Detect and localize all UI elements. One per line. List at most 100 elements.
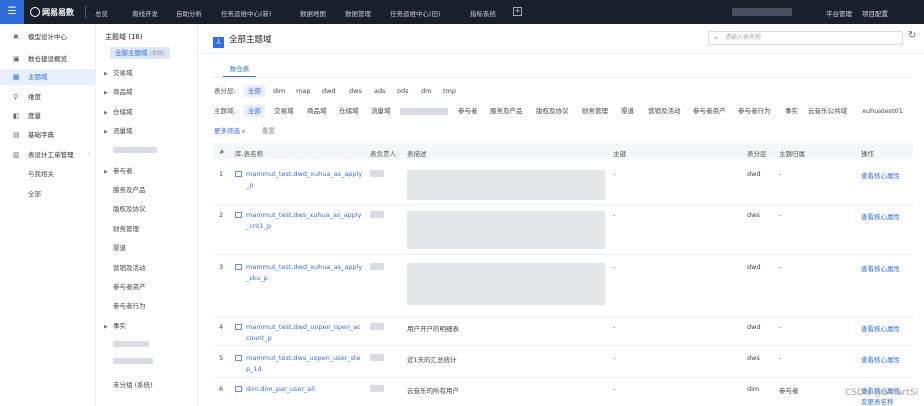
caret-right-icon: ▶ bbox=[104, 110, 108, 116]
table-name-link[interactable]: mammut_test.dws_xuhua_as_apply bbox=[235, 211, 361, 219]
domain-chip[interactable]: 流量域 bbox=[367, 105, 395, 117]
nav-metric-system[interactable]: 指标系统 bbox=[470, 8, 496, 18]
search-icon: ⌕ bbox=[714, 34, 718, 42]
domain-chip[interactable]: 参与者 bbox=[454, 105, 482, 117]
domain-chip[interactable]: 财务管理 bbox=[578, 105, 612, 117]
domain-chip[interactable]: 渠道 bbox=[617, 105, 638, 117]
menu-icon[interactable]: ☰ bbox=[0, 0, 24, 24]
more-filters-link[interactable]: 更多筛选 ▾ bbox=[214, 125, 245, 135]
user-info[interactable] bbox=[732, 8, 792, 16]
domain-chip[interactable]: xuhuatest01 bbox=[858, 105, 907, 117]
domain-chip[interactable]: 服务及产品 bbox=[486, 105, 527, 117]
nav-data-management[interactable]: 数据管理 bbox=[345, 8, 371, 18]
layer-chip[interactable]: dws bbox=[345, 85, 366, 97]
col-header: # bbox=[219, 148, 225, 156]
tree-item[interactable]: ▶ 仓储域 bbox=[104, 106, 133, 118]
dictionary-icon: ▤ bbox=[13, 131, 20, 139]
table-icon bbox=[235, 212, 242, 218]
table-name-link[interactable]: mammut_test.dwd_xuhua_as_apply bbox=[235, 170, 362, 178]
tree-item[interactable]: 参与者资产 bbox=[113, 281, 146, 293]
model-icon: ✖ bbox=[13, 33, 19, 41]
tab-warehouse-tables[interactable]: 数仓表 bbox=[223, 63, 256, 77]
table-description: 用户开户的明细表 bbox=[407, 325, 459, 333]
table-icon bbox=[235, 171, 242, 177]
table-name-link[interactable]: dim.dim_par_user_all bbox=[235, 385, 315, 393]
tree-item[interactable]: ▶ 流量域 bbox=[104, 125, 133, 137]
measure-icon: ◧ bbox=[13, 112, 20, 120]
table-name-link[interactable]: mammut_test.dwd_uopen_open_ac bbox=[235, 323, 361, 331]
app-logo[interactable]: 网易易数 bbox=[30, 7, 74, 18]
layer-chip[interactable]: ods bbox=[393, 85, 413, 97]
tree-item[interactable]: ▶ 交易域 bbox=[104, 67, 133, 79]
caret-right-icon: ▶ bbox=[104, 71, 108, 77]
domain-chip[interactable]: 参与者资产 bbox=[689, 105, 730, 117]
tree-item[interactable]: 版权及协议 bbox=[113, 203, 146, 215]
domain-chip[interactable]: 营销及活动 bbox=[644, 105, 685, 117]
nav-self-analysis[interactable]: 自助分析 bbox=[176, 8, 202, 18]
col-header[interactable]: 库.表名称 bbox=[235, 148, 263, 158]
nav-offline-dev[interactable]: 离线开发 bbox=[132, 8, 158, 18]
layer-chip[interactable]: tmp bbox=[439, 85, 460, 97]
nav-platform-admin[interactable]: 平台管理 bbox=[826, 8, 852, 18]
layer-chip[interactable]: dim bbox=[269, 85, 289, 97]
view-core-attrs-link[interactable]: 查看核心属性 bbox=[861, 323, 900, 333]
description-blurred bbox=[407, 170, 605, 200]
domain-chip[interactable]: 全部 bbox=[244, 105, 265, 117]
nav-overview[interactable]: 总览 bbox=[95, 8, 108, 18]
search-input[interactable]: ⌕ 请输入表名称 bbox=[708, 31, 903, 45]
sidebar-item-overview[interactable]: ▣ 数仓建设概览 bbox=[0, 51, 96, 67]
tree-item[interactable]: 参与者行为 bbox=[113, 300, 146, 312]
watermark: CSDN @SmartSi bbox=[845, 388, 918, 398]
tree-item-ungrouped[interactable]: 未分组 (系统) bbox=[113, 379, 153, 391]
nav-task-ops-new[interactable]: 任务运维中心(新) bbox=[221, 8, 272, 18]
sidebar-item-ticket-mgmt[interactable]: ▥ 表设计工单管理 ⌃ bbox=[0, 147, 96, 163]
description-blurred bbox=[407, 263, 605, 305]
domain-chip[interactable]: 仓储域 bbox=[335, 105, 363, 117]
view-core-attrs-link[interactable]: 查看核心属性 bbox=[861, 263, 900, 273]
sidebar-item-dictionary[interactable]: ▤ 基础字典 bbox=[0, 127, 96, 143]
tree-item[interactable]: ▶ 事实 bbox=[104, 320, 126, 332]
sidebar-item-dimension[interactable]: ⚲ 维度 bbox=[0, 89, 96, 105]
sidebar-item-measure[interactable]: ◧ 度量 bbox=[0, 108, 96, 124]
sidebar-item-domain[interactable]: ▦ 主题域 bbox=[0, 69, 96, 85]
domain-chip[interactable]: 参与者行为 bbox=[734, 105, 775, 117]
chevron-up-icon: ⌃ bbox=[87, 152, 92, 158]
domain-chip[interactable]: 事实 bbox=[781, 105, 802, 117]
tree-item[interactable]: 服务及产品 bbox=[113, 184, 146, 196]
domain-chip[interactable]: 云音乐公共域 bbox=[804, 105, 851, 117]
layer-chip[interactable]: ads bbox=[370, 85, 390, 97]
table-name-link[interactable]: mammut_test.dwd_xuhua_as_apply bbox=[235, 263, 362, 271]
col-header: 表分层 bbox=[747, 150, 767, 158]
layer-chip[interactable]: dm bbox=[417, 85, 435, 97]
view-core-attrs-link[interactable]: 查看核心属性 bbox=[861, 211, 900, 221]
sidebar-item-all[interactable]: 全部 bbox=[0, 186, 96, 202]
nav-project-config[interactable]: 项目配置 bbox=[862, 8, 888, 18]
table-header bbox=[213, 143, 913, 159]
table-name-link[interactable]: mammut_test.dws_uopen_user_ste bbox=[235, 354, 360, 362]
tree-item-all-domains[interactable]: 全部主题域 (系统) bbox=[110, 47, 170, 59]
domain-chip[interactable]: 商品域 bbox=[303, 105, 331, 117]
view-core-attrs-link[interactable]: 查看核心属性 bbox=[861, 170, 900, 180]
tree-item[interactable]: 营销及活动 bbox=[113, 262, 146, 274]
view-core-attrs-link[interactable]: 查看核心属性 bbox=[861, 354, 900, 364]
domain-icon: ▦ bbox=[13, 73, 20, 81]
sidebar-item-related[interactable]: 与我相关 bbox=[0, 166, 96, 182]
refresh-icon[interactable]: ↻ bbox=[908, 30, 916, 41]
tree-item[interactable]: ▶ 参与者 bbox=[104, 165, 133, 177]
nav-task-ops-old[interactable]: 任务运维中心(旧) bbox=[390, 8, 441, 18]
table-icon bbox=[235, 386, 242, 392]
nav-data-map[interactable]: 数据地图 bbox=[300, 8, 326, 18]
reset-button[interactable]: 重置 bbox=[262, 125, 275, 135]
tree-item[interactable]: 财务管理 bbox=[113, 223, 139, 235]
add-tab-icon[interactable]: + bbox=[513, 7, 522, 16]
layer-chip[interactable]: dwd bbox=[318, 85, 340, 97]
domain-filter: 主题域: 全部 交易域 商品域 仓储域 流量域 参与者 服务及产品 版权及协议 … bbox=[214, 105, 914, 117]
layer-filter: 表分层: 全部 dim map dwd dws ads ods dm tmp bbox=[214, 85, 904, 97]
layer-chip[interactable]: map bbox=[292, 85, 314, 97]
domain-chip[interactable]: 版权及协议 bbox=[532, 105, 573, 117]
tree-item[interactable]: ▶ 商品域 bbox=[104, 86, 133, 98]
tree-item[interactable]: 渠道 bbox=[113, 242, 126, 254]
layer-chip[interactable]: 全部 bbox=[244, 85, 265, 97]
sidebar-item-model-center[interactable]: ✖ 模型设计中心 bbox=[0, 29, 96, 45]
domain-chip[interactable]: 交易域 bbox=[270, 105, 298, 117]
